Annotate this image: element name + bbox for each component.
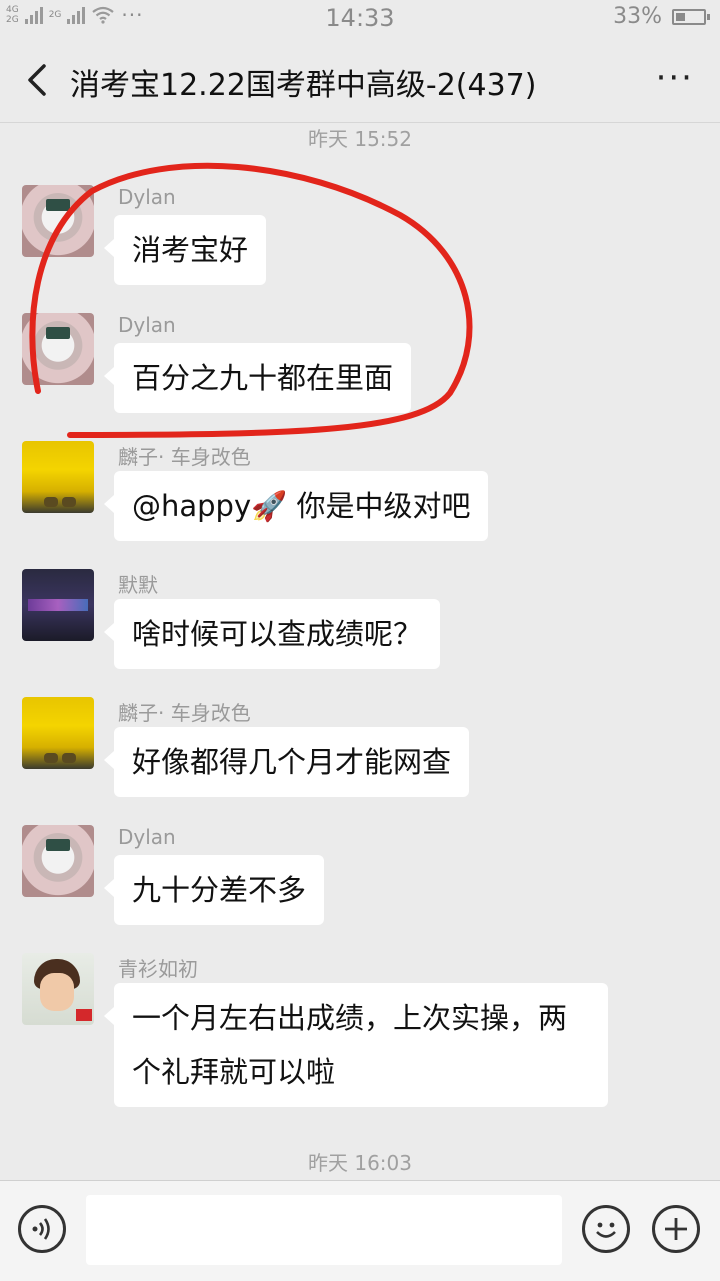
avatar[interactable] <box>22 697 94 769</box>
more-options-button[interactable]: ··· <box>656 58 694 98</box>
chat-header: 消考宝12.22国考群中高级-2(437) ··· <box>0 36 720 123</box>
sender-name: 麟子· 车身改色 <box>118 701 251 725</box>
message-bubble[interactable]: 百分之九十都在里面 <box>103 343 412 413</box>
input-bar <box>0 1180 720 1281</box>
plus-icon <box>665 1218 687 1240</box>
message-bubble[interactable]: 好像都得几个月才能网查 <box>103 727 470 797</box>
battery-icon <box>672 8 710 25</box>
message-bubble[interactable]: 啥时候可以查成绩呢？ <box>103 599 441 669</box>
sender-name: Dylan <box>118 313 176 337</box>
avatar[interactable] <box>22 569 94 641</box>
timestamp: 昨天 15:52 <box>308 127 412 151</box>
battery-percent: 33% <box>613 4 662 29</box>
avatar[interactable] <box>22 953 94 1025</box>
voice-button[interactable] <box>18 1205 66 1253</box>
message-bubble[interactable]: 一个月左右出成绩，上次实操，两个礼拜就可以啦 <box>104 983 608 1107</box>
avatar[interactable] <box>22 441 94 513</box>
message-bubble[interactable]: 九十分差不多 <box>103 855 325 925</box>
sender-name: Dylan <box>118 825 176 849</box>
avatar[interactable] <box>22 825 94 897</box>
voice-icon <box>32 1218 50 1240</box>
sender-name: 默默 <box>118 573 158 597</box>
sender-name: 青衫如初 <box>118 957 198 981</box>
back-arrow-icon[interactable] <box>20 60 56 100</box>
message-bubble[interactable]: 消考宝好 <box>103 215 267 285</box>
emoji-button[interactable] <box>582 1205 630 1253</box>
emoji-icon <box>596 1222 616 1238</box>
avatar[interactable] <box>22 313 94 385</box>
chat-area[interactable]: 昨天 15:52 Dylan 消考宝好 Dylan 百分之九十都在里面 麟子· … <box>0 123 720 1178</box>
message-input[interactable] <box>86 1195 562 1265</box>
more-features-button[interactable] <box>652 1205 700 1253</box>
status-time: 14:33 <box>325 4 395 32</box>
status-bar: 4G 2G 2G ··· 14:33 33% <box>0 0 720 36</box>
message-bubble[interactable]: @happy🚀 你是中级对吧 <box>103 471 489 541</box>
avatar[interactable] <box>22 185 94 257</box>
chat-title: 消考宝12.22国考群中高级-2(437) <box>70 68 537 103</box>
sender-name: Dylan <box>118 185 176 209</box>
status-right: 33% <box>613 4 710 29</box>
sender-name: 麟子· 车身改色 <box>118 445 251 469</box>
timestamp: 昨天 16:03 <box>308 1151 412 1175</box>
